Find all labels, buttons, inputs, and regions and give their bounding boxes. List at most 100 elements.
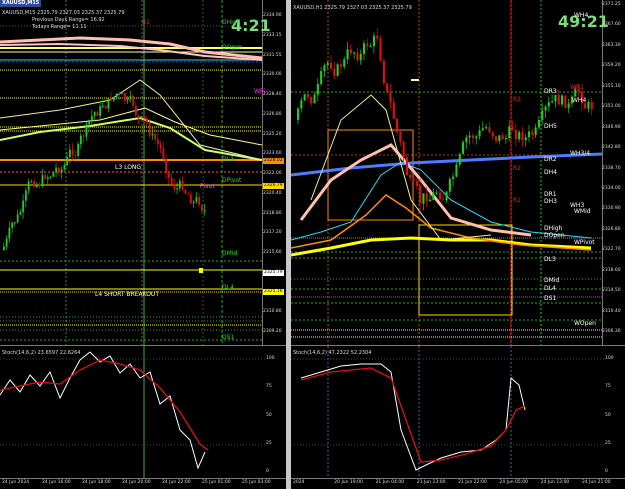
left-candle-body (126, 99, 129, 101)
right-label-ds1: DS1 (544, 295, 557, 302)
left-todays-range: Todays Range= 11.11 (32, 24, 87, 30)
right-candle-body (524, 137, 527, 141)
right-candle-body (429, 199, 432, 202)
right-candle-body (297, 108, 300, 120)
left-candle-body (60, 169, 63, 173)
right-time-label: 24 Jun 21:00 (582, 480, 611, 485)
right-price-label: 2367.60 (602, 22, 621, 28)
right-candle-body (405, 157, 408, 175)
left-candle-body (93, 112, 96, 116)
right-candle-body (425, 193, 428, 202)
right-candle-body (343, 59, 346, 67)
right-price-label: 2355.10 (602, 83, 621, 89)
right-label-r1: R1 (513, 197, 521, 204)
left-time-axis[interactable]: 24 Jun 2024 24 Jun 16:00 24 Jun 18:00 24 Ju… (0, 479, 271, 489)
left-label-dl3: DL3 (222, 156, 234, 163)
right-price-label: 2359.20 (602, 63, 621, 69)
right-price-label: 2334.00 (602, 185, 621, 191)
right-osc-value: 75 (605, 384, 611, 390)
right-label-wr1: WR1 (570, 84, 584, 91)
left-candle-body (192, 201, 195, 204)
right-candle-body (432, 192, 435, 200)
right-time-label: 24 Jun 13:00 (540, 480, 570, 485)
right-candle-body (495, 136, 498, 141)
right-candle-body (485, 127, 488, 129)
right-candle-body (544, 106, 547, 111)
right-candle-body (419, 185, 422, 204)
left-osc-axis[interactable]: 100 75 50 25 0 (265, 346, 286, 476)
right-candle-body (356, 52, 359, 61)
right-label-dh3: DH3 (544, 198, 557, 205)
right-candle-body (366, 43, 369, 47)
right-candle-body (528, 131, 531, 138)
left-candle-body (198, 197, 201, 205)
right-candle-body (491, 132, 494, 137)
left-time-label: 25 Jun 01:00 (202, 480, 231, 485)
left-osc-label: Stoch(14,6,2) 23.6597 22.6264 (2, 350, 81, 356)
right-candle-body (561, 95, 564, 105)
right-candle-body (306, 94, 309, 97)
right-candle-body (448, 178, 451, 192)
right-candle-body (455, 164, 458, 177)
right-candle-body (336, 64, 339, 76)
right-candle-body (508, 126, 511, 139)
right-label-wmid: WMid (574, 208, 591, 215)
right-candle-body (498, 135, 501, 141)
right-label-dr2: DR2 (544, 156, 557, 163)
left-candle-body (148, 122, 151, 136)
right-label-dr3: DR3 (544, 88, 557, 95)
left-chart-title-tab[interactable]: XAUUSD,M15 (0, 0, 42, 7)
right-candle-body (372, 35, 375, 47)
right-time-label: 21 Jun 04:00 (375, 480, 405, 485)
left-candle-body (22, 200, 25, 213)
right-candle-body (330, 62, 333, 69)
right-osc-axis[interactable]: 100 75 50 25 0 (604, 346, 625, 476)
left-candle-body (33, 181, 36, 187)
right-price-label: 2351.00 (602, 104, 621, 110)
right-price-label: 2346.90 (602, 124, 621, 130)
right-label-dl4: DL4 (544, 285, 556, 292)
right-chart-window[interactable]: XAUUSD,H1 2325.79 2327.03 2325.37 2325.7… (291, 0, 625, 489)
left-candle-body (129, 95, 132, 100)
left-candle-body (118, 93, 121, 95)
left-candle-body (137, 115, 140, 119)
left-time-label: 24 Jun 2024 (2, 480, 30, 485)
left-candle-body (157, 139, 159, 145)
right-price-label: 2330.90 (602, 206, 621, 212)
left-price-tag: 2325.16 (263, 289, 284, 295)
right-candle-body (346, 49, 349, 60)
left-osc-value: 0 (266, 469, 269, 474)
right-stoch-signal (300, 367, 526, 463)
left-candle-body (74, 154, 77, 156)
right-candle-body (396, 118, 399, 132)
left-candle-body (173, 184, 176, 190)
left-candle-body (143, 116, 146, 119)
right-candle-body (310, 96, 313, 104)
left-chart-window[interactable]: XAUUSD,M15 XAUUSD,M15 2325.79 2327.03 23… (0, 0, 286, 489)
left-osc-panel (0, 346, 265, 478)
left-candle-body (113, 97, 115, 101)
right-time-label: 24 Jun 05:00 (499, 480, 529, 485)
right-candle-body (349, 49, 352, 54)
left-candle-body (36, 184, 38, 187)
right-candle-body (567, 103, 570, 108)
window-separator[interactable] (286, 0, 291, 489)
right-label-dh5: DH5 (544, 123, 557, 130)
left-candle-body (146, 118, 148, 123)
right-candle-body (587, 101, 590, 109)
right-price-label: 2338.70 (602, 165, 621, 171)
right-price-label: 2326.80 (602, 226, 621, 232)
left-label-dpivot: DPivot (222, 177, 242, 184)
left-candle-body (58, 167, 60, 173)
left-candle-body (140, 116, 143, 119)
right-candle-body (531, 131, 534, 135)
right-price-label: 2371.25 (602, 2, 621, 7)
left-candle-body (165, 158, 168, 174)
right-time-axis[interactable]: 2024 20 Jun 19:00 21 Jun 04:00 21 Jun 13:00… (291, 479, 611, 489)
right-price-axis[interactable]: 2371.25 2367.60 2363.30 2359.20 2355.10 2351.… (602, 0, 625, 345)
right-candle-body (541, 110, 544, 120)
right-label-wpivot: WPivot (574, 239, 595, 246)
right-time-label: 21 Jun 13:00 (416, 480, 446, 485)
left-label-dmid: DMid (222, 250, 238, 257)
left-candle-body (107, 97, 110, 109)
